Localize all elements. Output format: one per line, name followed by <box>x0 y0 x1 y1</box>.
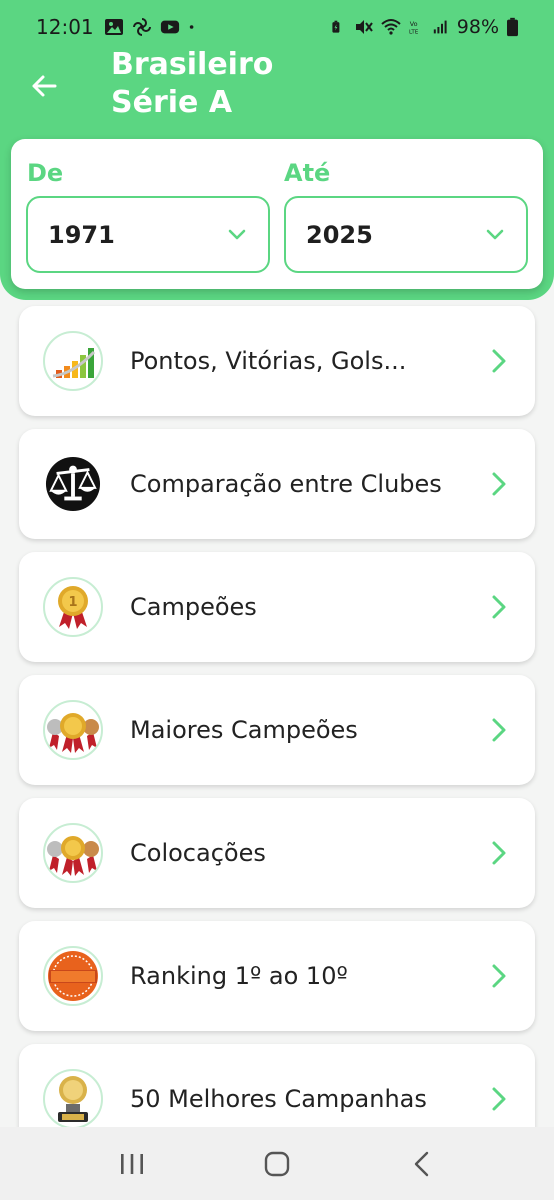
signal-icon <box>433 20 447 34</box>
arrow-left-icon <box>32 75 57 97</box>
from-year-value: 1971 <box>48 220 115 249</box>
menu-item-maiores-campeoes[interactable]: Maiores Campeões <box>19 675 535 785</box>
chevron-right-icon <box>487 346 511 376</box>
battery-saver-icon <box>332 20 340 33</box>
pinwheel-icon <box>132 18 151 36</box>
bar-chart-icon <box>43 331 103 391</box>
menu-item-colocacoes[interactable]: Colocações <box>19 798 535 908</box>
menu-item-label: 50 Melhores Campanhas <box>130 1085 427 1113</box>
three-medals-icon <box>43 700 103 760</box>
podium-medals-icon <box>43 823 103 883</box>
chevron-right-icon <box>487 715 511 745</box>
mute-icon <box>355 20 373 34</box>
svg-text:1: 1 <box>68 595 77 610</box>
back-button[interactable] <box>22 64 66 108</box>
system-nav-bar <box>0 1127 554 1200</box>
chevron-down-icon <box>226 224 248 246</box>
to-year-select[interactable]: 2025 <box>284 196 528 273</box>
to-year-value: 2025 <box>306 220 373 249</box>
to-year-label: Até <box>284 159 331 187</box>
chevron-right-icon <box>487 1084 511 1114</box>
battery-icon <box>507 17 518 37</box>
volte-icon: Vo LTE <box>409 20 419 35</box>
chevron-right-icon <box>487 961 511 991</box>
home-button[interactable] <box>247 1134 307 1194</box>
year-range-filter: De 1971 Até 2025 <box>11 139 543 289</box>
menu-item-ranking[interactable]: Ranking 1º ao 10º <box>19 921 535 1031</box>
chevron-right-icon <box>487 469 511 499</box>
chevron-right-icon <box>487 838 511 868</box>
page-title: Brasileiro Série A <box>111 47 274 120</box>
chevron-right-icon <box>487 592 511 622</box>
wifi-icon <box>381 19 401 35</box>
scales-icon <box>43 454 103 514</box>
chevron-down-icon <box>484 224 506 246</box>
dot-icon <box>189 25 194 29</box>
gallery-icon <box>104 19 123 35</box>
recent-apps-icon <box>121 1153 144 1174</box>
back-icon <box>414 1151 428 1176</box>
status-left-icons <box>104 17 200 37</box>
svg-text:LTE: LTE <box>409 29 419 35</box>
menu-item-label: Ranking 1º ao 10º <box>130 962 348 990</box>
menu-item-campeoes[interactable]: 1 Campeões <box>19 552 535 662</box>
from-year-select[interactable]: 1971 <box>26 196 270 273</box>
svg-text:Vo: Vo <box>410 20 418 28</box>
youtube-icon <box>160 20 179 34</box>
menu-item-label: Colocações <box>130 839 266 867</box>
recent-apps-button[interactable] <box>102 1134 162 1194</box>
menu-item-label: Maiores Campeões <box>130 716 358 744</box>
ranking-badge-icon <box>43 946 103 1006</box>
from-year-label: De <box>27 159 64 187</box>
top-50-trophy-icon <box>43 1069 103 1129</box>
status-right-icons: Vo LTE 98% <box>331 16 518 38</box>
menu-item-label: Comparação entre Clubes <box>130 470 442 498</box>
gold-medal-icon: 1 <box>43 577 103 637</box>
menu-item-label: Campeões <box>130 593 257 621</box>
menu-item-pontos[interactable]: Pontos, Vitórias, Gols... <box>19 306 535 416</box>
menu-item-comparacao[interactable]: Comparação entre Clubes <box>19 429 535 539</box>
menu-item-label: Pontos, Vitórias, Gols... <box>130 347 407 375</box>
system-back-button[interactable] <box>392 1134 452 1194</box>
status-time: 12:01 <box>36 15 94 39</box>
home-icon <box>264 1151 290 1176</box>
battery-percent: 98% <box>456 16 499 38</box>
